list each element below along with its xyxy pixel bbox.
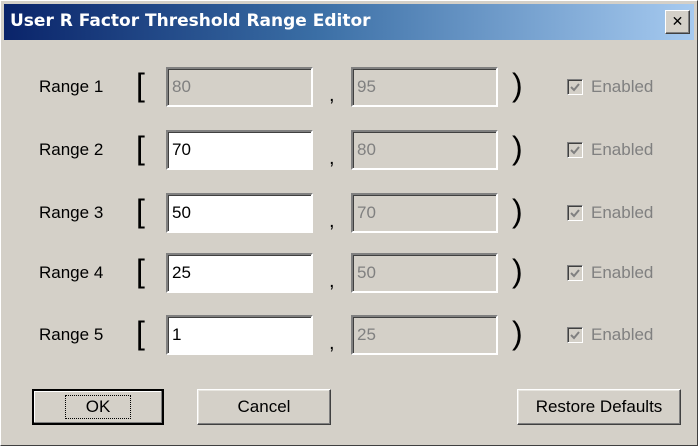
comma-separator: , [329, 84, 335, 106]
enabled-label: Enabled [591, 77, 654, 96]
comma-separator: , [329, 147, 335, 169]
enabled-label: Enabled [591, 203, 654, 222]
ok-button[interactable]: OK [32, 389, 164, 425]
checkbox-box[interactable] [567, 205, 583, 221]
close-icon: ✕ [671, 14, 684, 30]
enabled-checkbox[interactable]: Enabled [567, 263, 653, 283]
close-paren: ) [512, 67, 523, 103]
checkbox-box[interactable] [567, 265, 583, 281]
open-bracket: [ [136, 67, 145, 103]
check-icon [570, 209, 580, 218]
range-upper-field[interactable] [351, 315, 498, 355]
close-paren: ) [512, 130, 523, 166]
check-icon [570, 269, 580, 278]
open-bracket: [ [136, 315, 145, 351]
range-upper-field[interactable] [351, 253, 498, 293]
range-lower-field[interactable] [166, 130, 313, 170]
title-bar[interactable]: User R Factor Threshold Range Editor ✕ [4, 4, 694, 40]
restore-defaults-label: Restore Defaults [535, 397, 663, 416]
open-bracket: [ [136, 193, 145, 229]
open-bracket: [ [136, 253, 145, 289]
range-label: Range 4 [39, 263, 104, 282]
range-upper-field[interactable] [351, 130, 498, 170]
enabled-label: Enabled [591, 263, 654, 282]
checkbox-box[interactable] [567, 79, 583, 95]
check-icon [570, 331, 580, 340]
close-button[interactable]: ✕ [665, 10, 690, 34]
check-icon [570, 83, 580, 92]
range-lower-field[interactable] [166, 315, 313, 355]
restore-defaults-button[interactable]: Restore Defaults [517, 389, 681, 425]
comma-separator: , [329, 210, 335, 232]
range-lower-field[interactable] [166, 193, 313, 233]
range-upper-field[interactable] [351, 193, 498, 233]
close-paren: ) [512, 253, 523, 289]
range-label: Range 2 [39, 140, 104, 159]
range-upper-field[interactable] [351, 67, 498, 107]
cancel-button[interactable]: Cancel [197, 389, 331, 425]
checkbox-box[interactable] [567, 142, 583, 158]
cancel-label: Cancel [237, 397, 291, 416]
open-bracket: [ [136, 130, 145, 166]
enabled-checkbox[interactable]: Enabled [567, 203, 653, 223]
enabled-checkbox[interactable]: Enabled [567, 140, 653, 160]
range-lower-field[interactable] [166, 67, 313, 107]
close-paren: ) [512, 315, 523, 351]
comma-separator: , [329, 270, 335, 292]
range-lower-field[interactable] [166, 253, 313, 293]
range-label: Range 3 [39, 203, 104, 222]
enabled-checkbox[interactable]: Enabled [567, 77, 653, 97]
enabled-label: Enabled [591, 140, 654, 159]
close-paren: ) [512, 193, 523, 229]
range-label: Range 5 [39, 325, 104, 344]
check-icon [570, 146, 580, 155]
checkbox-box[interactable] [567, 327, 583, 343]
enabled-label: Enabled [591, 325, 654, 344]
window-title: User R Factor Threshold Range Editor [10, 11, 371, 31]
enabled-checkbox[interactable]: Enabled [567, 325, 653, 345]
comma-separator: , [329, 332, 335, 354]
range-editor-dialog: User R Factor Threshold Range Editor ✕ R… [0, 0, 698, 446]
range-label: Range 1 [39, 77, 104, 96]
ok-label: OK [64, 395, 132, 419]
